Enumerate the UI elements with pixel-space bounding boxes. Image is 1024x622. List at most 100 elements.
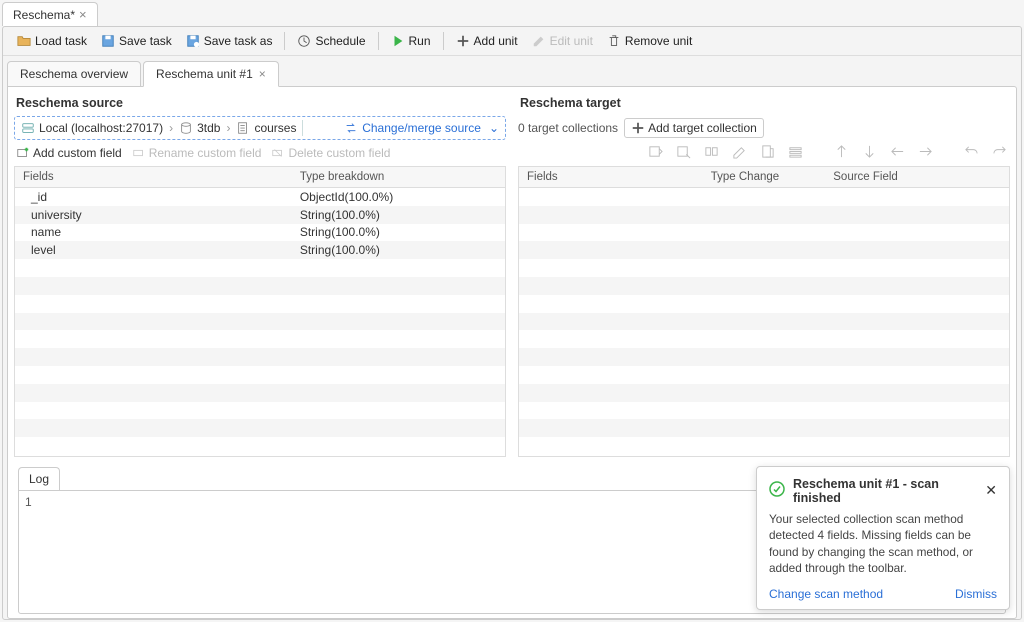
- table-row: [15, 366, 505, 384]
- table-row: [15, 437, 505, 455]
- table-row: [519, 224, 1009, 242]
- chevron-down-icon: ⌄: [485, 121, 499, 135]
- add-unit-label: Add unit: [474, 34, 518, 48]
- table-row: [519, 419, 1009, 437]
- table-row: [519, 295, 1009, 313]
- table-row[interactable]: levelString(100.0%): [15, 241, 505, 259]
- field-type: ObjectId(100.0%): [292, 190, 505, 204]
- tab-overview-label: Reschema overview: [20, 67, 128, 81]
- tab-unit-label: Reschema unit #1: [156, 67, 253, 81]
- clock-icon: [297, 34, 311, 48]
- change-merge-label: Change/merge source: [362, 121, 481, 135]
- source-fields-grid: Fields Type breakdown _idObjectId(100.0%…: [14, 166, 506, 457]
- close-icon[interactable]: ✕: [985, 482, 997, 499]
- field-name: university: [15, 208, 292, 222]
- add-unit-button[interactable]: Add unit: [450, 31, 524, 51]
- load-task-label: Load task: [35, 34, 87, 48]
- source-pane: Reschema source Local (localhost:27017) …: [14, 93, 506, 457]
- table-row[interactable]: nameString(100.0%): [15, 224, 505, 242]
- add-custom-field-button[interactable]: Add custom field: [16, 146, 122, 160]
- separator: [378, 32, 379, 50]
- save-task-as-label: Save task as: [204, 34, 273, 48]
- col-fields[interactable]: Fields: [15, 167, 292, 187]
- run-label: Run: [409, 34, 431, 48]
- delete-icon: [271, 146, 285, 160]
- target-tool-icon-4: [730, 142, 748, 160]
- arrow-up-icon: [832, 142, 850, 160]
- table-row: [519, 366, 1009, 384]
- bc-database-label: 3tdb: [197, 121, 220, 135]
- redo-icon: [990, 142, 1008, 160]
- save-task-button[interactable]: Save task: [95, 31, 178, 51]
- target-count-label: 0 target collections: [518, 121, 618, 135]
- tab-reschema-unit-1[interactable]: Reschema unit #1 ×: [143, 61, 279, 87]
- load-task-button[interactable]: Load task: [11, 31, 93, 51]
- save-task-label: Save task: [119, 34, 172, 48]
- table-row: [15, 419, 505, 437]
- close-icon[interactable]: ×: [259, 67, 266, 81]
- log-tab[interactable]: Log: [18, 467, 60, 490]
- floppy-as-icon: [186, 34, 200, 48]
- play-icon: [391, 34, 405, 48]
- breadcrumb-collection[interactable]: courses: [236, 121, 296, 135]
- pencil-icon: [532, 34, 546, 48]
- folder-open-icon: [17, 34, 31, 48]
- arrow-down-icon: [860, 142, 878, 160]
- table-row: [15, 259, 505, 277]
- delete-custom-label: Delete custom field: [288, 146, 390, 160]
- notification-toast: Reschema unit #1 - scan finished ✕ Your …: [756, 466, 1010, 610]
- target-pane: Reschema target 0 target collections Add…: [518, 93, 1010, 457]
- delete-custom-field-button: Delete custom field: [271, 146, 390, 160]
- table-row: [519, 277, 1009, 295]
- table-row: [15, 295, 505, 313]
- check-circle-icon: [769, 481, 785, 500]
- table-row: [519, 259, 1009, 277]
- col-target-fields[interactable]: Fields: [519, 167, 703, 187]
- target-tool-icon-6: [786, 142, 804, 160]
- add-field-icon: [16, 146, 30, 160]
- close-icon[interactable]: ×: [79, 7, 87, 22]
- arrow-right-icon: [916, 142, 934, 160]
- table-row: [519, 437, 1009, 455]
- remove-unit-button[interactable]: Remove unit: [601, 31, 698, 51]
- run-button[interactable]: Run: [385, 31, 437, 51]
- table-row[interactable]: universityString(100.0%): [15, 206, 505, 224]
- table-row[interactable]: _idObjectId(100.0%): [15, 188, 505, 206]
- field-name: name: [15, 225, 292, 239]
- breadcrumb-database[interactable]: 3tdb: [179, 121, 220, 135]
- tab-reschema[interactable]: Reschema* ×: [2, 2, 98, 26]
- field-type: String(100.0%): [292, 225, 505, 239]
- table-row: [519, 330, 1009, 348]
- main-toolbar: Load task Save task Save task as Schedul…: [3, 27, 1021, 56]
- table-row: [519, 188, 1009, 206]
- schedule-button[interactable]: Schedule: [291, 31, 371, 51]
- edit-unit-label: Edit unit: [550, 34, 593, 48]
- server-icon: [21, 121, 35, 135]
- tab-reschema-overview[interactable]: Reschema overview: [7, 61, 141, 87]
- toast-body: Your selected collection scan method det…: [769, 511, 997, 577]
- change-merge-source-button[interactable]: Change/merge source ⌄: [342, 121, 499, 135]
- arrow-left-icon: [888, 142, 906, 160]
- field-name: _id: [15, 190, 292, 204]
- add-target-collection-button[interactable]: Add target collection: [624, 118, 764, 138]
- table-row: [15, 277, 505, 295]
- table-row: [15, 330, 505, 348]
- col-type-change[interactable]: Type Change: [703, 167, 826, 187]
- save-task-as-button[interactable]: Save task as: [180, 31, 279, 51]
- col-source-field[interactable]: Source Field: [825, 167, 1009, 187]
- trash-icon: [607, 34, 621, 48]
- table-row: [519, 206, 1009, 224]
- edit-unit-button: Edit unit: [526, 31, 599, 51]
- breadcrumb-connection[interactable]: Local (localhost:27017): [21, 121, 163, 135]
- add-target-label: Add target collection: [648, 121, 757, 135]
- separator: [443, 32, 444, 50]
- table-row: [519, 313, 1009, 331]
- floppy-icon: [101, 34, 115, 48]
- plus-icon: [456, 34, 470, 48]
- table-row: [519, 384, 1009, 402]
- target-tool-icon-3: [702, 142, 720, 160]
- col-type-breakdown[interactable]: Type breakdown: [292, 167, 505, 187]
- chevron-right-icon: ›: [169, 121, 173, 135]
- target-tool-icon-2: [674, 142, 692, 160]
- table-row: [519, 402, 1009, 420]
